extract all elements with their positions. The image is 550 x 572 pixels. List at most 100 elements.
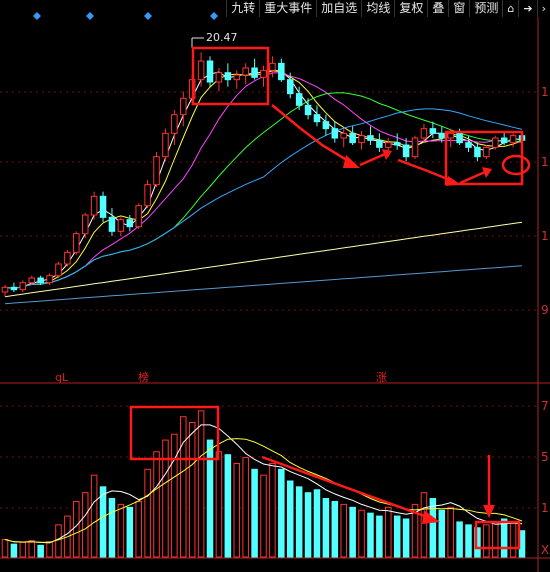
volume-bar: [206, 439, 214, 558]
candle[interactable]: [483, 145, 490, 159]
volume-bar: [126, 506, 134, 558]
marker-ql[interactable]: qL: [55, 371, 69, 384]
volume-bar: [37, 544, 44, 558]
candle[interactable]: [108, 208, 116, 236]
candle-body: [242, 67, 249, 76]
volume-axis-label: 7: [541, 399, 549, 413]
forecast-button[interactable]: 预测: [469, 0, 502, 17]
candle-body: [286, 79, 294, 95]
candle-body: [108, 216, 116, 232]
volume-bar: [331, 500, 339, 558]
volume-bar: [349, 506, 356, 558]
candle[interactable]: [367, 126, 374, 145]
candle[interactable]: [260, 65, 267, 87]
volume-bar: [180, 416, 187, 558]
volume-bar: [278, 468, 285, 558]
candle-body: [429, 128, 437, 134]
nine-turn-button[interactable]: 九转: [226, 0, 259, 17]
candle[interactable]: [73, 231, 80, 255]
price-axis-label: 1: [541, 85, 549, 99]
candle-body: [376, 139, 383, 148]
candle-body: [278, 62, 285, 81]
window-button[interactable]: 窗: [448, 0, 469, 17]
volume-bar: [251, 468, 258, 558]
volume-bar: [1, 538, 9, 558]
candle-body: [46, 275, 53, 284]
candle[interactable]: [224, 63, 232, 87]
candle-body: [456, 132, 463, 144]
candle-body: [64, 251, 71, 265]
event-diamonds[interactable]: [33, 12, 218, 20]
candle[interactable]: [322, 114, 330, 136]
adjust-price-button[interactable]: 复权: [394, 0, 427, 17]
candle[interactable]: [162, 128, 169, 162]
marker-bang[interactable]: 榜: [138, 370, 149, 384]
candle[interactable]: [153, 152, 160, 187]
candle[interactable]: [313, 105, 321, 127]
arrow-right-icon[interactable]: ›: [536, 0, 550, 17]
candle[interactable]: [180, 91, 187, 127]
candle[interactable]: [144, 180, 151, 208]
candle[interactable]: [90, 191, 98, 220]
candle-body: [144, 184, 151, 207]
candle[interactable]: [358, 131, 365, 150]
candle-body: [90, 195, 98, 216]
candle[interactable]: [491, 135, 499, 150]
lock-icon[interactable]: ⌂: [502, 0, 518, 17]
volume-bar: [456, 521, 463, 558]
add-watchlist-button[interactable]: 加自选: [316, 0, 361, 17]
volume-bar: [447, 506, 454, 558]
candle[interactable]: [233, 70, 241, 89]
candle[interactable]: [278, 58, 285, 82]
volume-bar: [260, 474, 267, 558]
candle[interactable]: [393, 133, 401, 150]
candle-body: [215, 72, 223, 83]
moving-average-button[interactable]: 均线: [361, 0, 394, 17]
recover-arrow: [359, 152, 386, 167]
candle-body: [81, 214, 89, 235]
candle[interactable]: [340, 128, 347, 148]
volume-axis-label: 5: [541, 450, 549, 464]
candle[interactable]: [99, 191, 107, 222]
candle[interactable]: [242, 63, 249, 85]
volume-bar: [171, 433, 178, 558]
price-ma-line: [4, 265, 523, 305]
candle[interactable]: [19, 280, 27, 292]
candle[interactable]: [376, 133, 383, 152]
candle-body: [233, 74, 241, 81]
event-diamond-icon: [210, 12, 218, 20]
candle[interactable]: [197, 52, 205, 87]
exit-icon[interactable]: ➔: [518, 0, 536, 17]
marker-zhang[interactable]: 涨: [376, 371, 387, 384]
candle[interactable]: [81, 212, 89, 239]
volume-bars[interactable]: [1, 410, 526, 558]
volume-bar: [500, 518, 508, 558]
candle[interactable]: [215, 68, 223, 92]
candle[interactable]: [474, 142, 481, 162]
volume-bar: [438, 509, 446, 558]
candle[interactable]: [509, 133, 517, 148]
candle-body: [206, 60, 214, 83]
volume-bar: [215, 451, 223, 558]
candle-body: [269, 62, 276, 71]
candle[interactable]: [1, 285, 9, 297]
candle[interactable]: [135, 203, 142, 229]
major-events-button[interactable]: 重大事件: [259, 0, 316, 17]
candle[interactable]: [55, 261, 62, 278]
stock-chart[interactable]: 1 1 1 9 7 5 1 X qL 榜 涨 20.47: [0, 0, 550, 572]
candle[interactable]: [117, 217, 125, 236]
candle[interactable]: [206, 56, 214, 87]
overlay-button[interactable]: 叠: [427, 0, 448, 17]
volume-axis-label: 1: [541, 501, 549, 515]
volume-bar: [73, 500, 80, 558]
candle[interactable]: [411, 135, 419, 159]
candle[interactable]: [10, 282, 18, 292]
candle-body: [73, 233, 80, 253]
candle[interactable]: [331, 121, 339, 143]
volume-bar: [162, 439, 169, 558]
candle[interactable]: [349, 126, 356, 145]
volume-bar: [313, 489, 321, 558]
candle[interactable]: [64, 250, 71, 267]
candle[interactable]: [251, 58, 258, 80]
candle-body: [19, 282, 27, 291]
